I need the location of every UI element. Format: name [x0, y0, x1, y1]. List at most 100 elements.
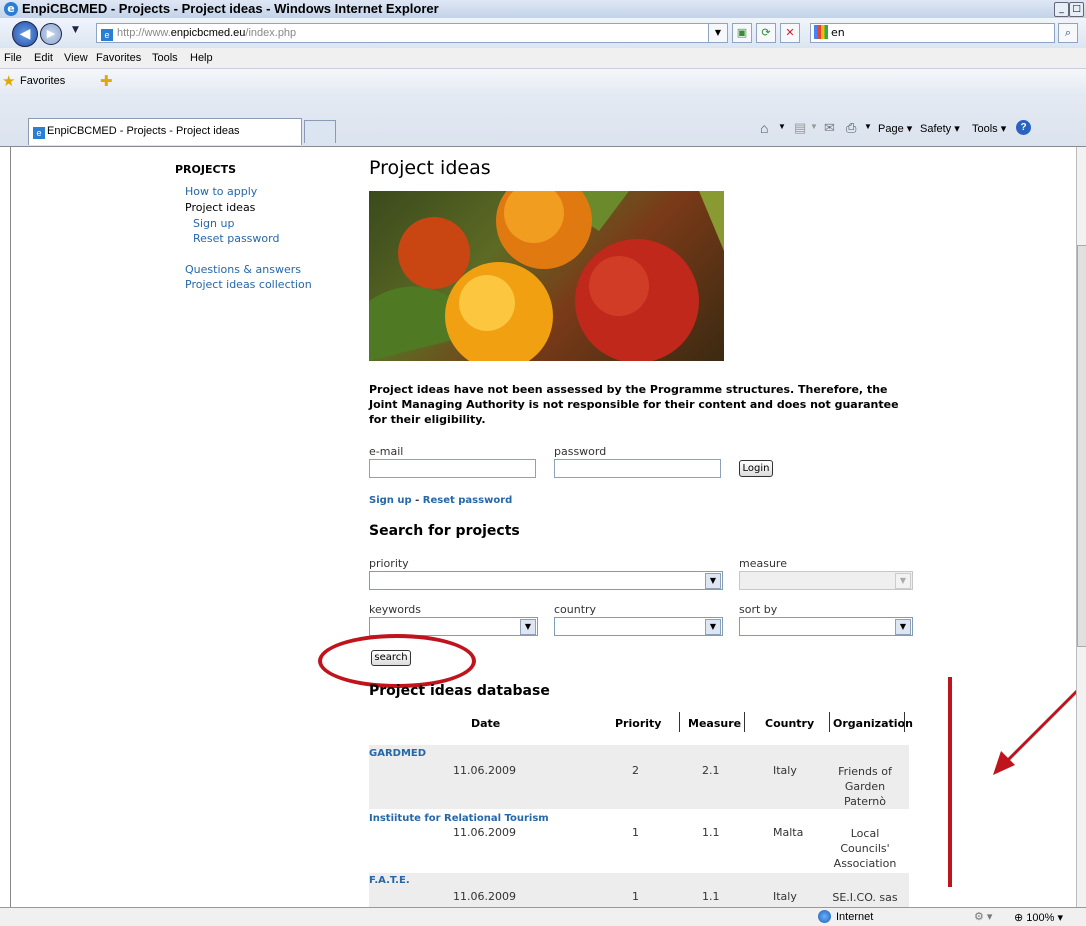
- row-date: 11.06.2009: [453, 826, 516, 839]
- row-country: Italy: [773, 890, 797, 903]
- chevron-down-icon: ▼: [895, 573, 911, 589]
- annotation-line: [948, 677, 952, 887]
- sort-by-label: sort by: [739, 603, 778, 616]
- disclaimer-text: Project ideas have not been assessed by …: [369, 383, 899, 426]
- sidebar-heading: PROJECTS: [175, 163, 236, 176]
- row-measure: 1.1: [702, 890, 720, 903]
- page-icon: e: [101, 29, 113, 41]
- database-heading: Project ideas database: [369, 683, 550, 699]
- add-favorite-icon[interactable]: ✚: [100, 72, 113, 90]
- keywords-label: keywords: [369, 603, 422, 616]
- feeds-icon[interactable]: ▤: [794, 120, 806, 136]
- row-priority: 2: [632, 764, 639, 777]
- address-dropdown-icon[interactable]: ▼: [708, 23, 728, 43]
- page-menu[interactable]: Page ▾: [878, 122, 912, 135]
- sidebar-item-how-to-apply[interactable]: How to apply: [185, 185, 257, 198]
- search-box[interactable]: en: [810, 23, 1055, 43]
- stop-icon[interactable]: ✕: [780, 23, 800, 43]
- row-date: 11.06.2009: [453, 890, 516, 903]
- globe-icon: [818, 910, 831, 923]
- home-dropdown-icon[interactable]: ▼: [778, 122, 786, 131]
- menu-favorites[interactable]: Favorites: [96, 52, 141, 64]
- login-links: Sign up - Reset password: [369, 495, 513, 506]
- ie-logo-icon: e: [4, 2, 18, 16]
- column-measure[interactable]: Measure: [688, 717, 741, 730]
- sign-up-link[interactable]: Sign up: [369, 495, 412, 506]
- sort-by-select[interactable]: ▼: [739, 617, 913, 636]
- back-icon[interactable]: ◀: [12, 21, 38, 47]
- tab-project-ideas[interactable]: e EnpiCBCMED - Projects - Project ideas: [28, 118, 302, 145]
- row-measure: 1.1: [702, 826, 720, 839]
- column-date[interactable]: Date: [471, 717, 500, 730]
- safety-menu[interactable]: Safety ▾: [920, 122, 960, 135]
- maximize-icon[interactable]: □: [1069, 2, 1084, 17]
- favorites-button[interactable]: Favorites: [20, 75, 65, 87]
- annotation-ellipse: [318, 634, 476, 688]
- row-organization: Friends of Garden Paternò: [838, 765, 892, 808]
- zoom-level[interactable]: ⊕ 100% ▾: [1014, 911, 1063, 924]
- menu-tools[interactable]: Tools: [152, 52, 178, 64]
- menu-view[interactable]: View: [64, 52, 88, 64]
- sidebar-item-project-ideas[interactable]: Project ideas: [185, 201, 255, 214]
- print-dropdown-icon[interactable]: ▼: [864, 122, 872, 131]
- priority-label: priority: [369, 557, 409, 570]
- row-measure: 2.1: [702, 764, 720, 777]
- forward-icon[interactable]: ▶: [40, 23, 62, 45]
- column-divider: [679, 712, 680, 732]
- print-icon[interactable]: ⎙: [846, 120, 856, 136]
- tab-page-icon: e: [33, 127, 45, 139]
- menu-file[interactable]: File: [4, 52, 22, 64]
- annotation-arrow: [993, 682, 1083, 775]
- password-field[interactable]: [554, 459, 721, 478]
- home-icon[interactable]: ⌂: [760, 120, 768, 136]
- reset-password-link[interactable]: Reset password: [423, 495, 513, 506]
- favorites-bar: ★ Favorites ✚: [0, 68, 1086, 95]
- table-row[interactable]: GARDMED 11.06.2009 2 2.1 Italy Friends o…: [369, 745, 909, 809]
- compatibility-icon[interactable]: ▣: [732, 23, 752, 43]
- column-country[interactable]: Country: [765, 717, 814, 730]
- search-heading: Search for projects: [369, 523, 520, 539]
- row-priority: 1: [632, 826, 639, 839]
- row-priority: 1: [632, 890, 639, 903]
- menu-edit[interactable]: Edit: [34, 52, 53, 64]
- country-select[interactable]: ▼: [554, 617, 723, 636]
- priority-select[interactable]: ▼: [369, 571, 723, 590]
- security-zone[interactable]: Internet: [836, 911, 873, 923]
- tools-menu[interactable]: Tools ▾: [972, 122, 1006, 135]
- sidebar-item-sign-up[interactable]: Sign up: [193, 217, 234, 230]
- refresh-icon[interactable]: ⟳: [756, 23, 776, 43]
- sidebar-item-project-ideas-collection[interactable]: Project ideas collection: [185, 278, 312, 291]
- table-row[interactable]: F.A.T.E. 11.06.2009 1 1.1 Italy SE.I.CO.…: [369, 873, 909, 907]
- protected-mode-icon[interactable]: ⚙ ▾: [974, 910, 992, 923]
- feeds-dropdown-icon[interactable]: ▼: [810, 122, 818, 131]
- minimize-icon[interactable]: _: [1054, 2, 1069, 17]
- project-link[interactable]: Instiitute for Relational Tourism: [369, 813, 549, 824]
- column-divider: [744, 712, 745, 732]
- help-icon[interactable]: ?: [1016, 120, 1031, 135]
- email-field[interactable]: [369, 459, 536, 478]
- sidebar-item-reset-password[interactable]: Reset password: [193, 232, 279, 245]
- row-country: Malta: [773, 826, 804, 839]
- scrollbar-thumb[interactable]: [1077, 245, 1086, 647]
- window-title-bar: e EnpiCBCMED - Projects - Project ideas …: [0, 0, 1086, 19]
- search-icon[interactable]: ⌕: [1058, 23, 1078, 43]
- table-row[interactable]: Instiitute for Relational Tourism 11.06.…: [369, 809, 909, 873]
- window-title: EnpiCBCMED - Projects - Project ideas - …: [22, 1, 439, 16]
- menu-bar: File Edit View Favorites Tools Help: [0, 48, 1086, 68]
- login-button[interactable]: Login: [739, 460, 773, 477]
- favorites-star-icon[interactable]: ★: [2, 72, 15, 90]
- recent-pages-icon[interactable]: ▼: [72, 25, 79, 35]
- mail-icon[interactable]: ✉: [824, 120, 835, 136]
- sidebar-item-questions-answers[interactable]: Questions & answers: [185, 263, 301, 276]
- measure-label: measure: [739, 557, 787, 570]
- measure-select: ▼: [739, 571, 913, 590]
- menu-help[interactable]: Help: [190, 52, 213, 64]
- column-priority[interactable]: Priority: [615, 717, 661, 730]
- email-label: e-mail: [369, 445, 404, 458]
- banner-image: [369, 191, 724, 361]
- address-field[interactable]: e http://www.enpicbcmed.eu/index.php: [96, 23, 728, 43]
- project-link[interactable]: GARDMED: [369, 748, 426, 759]
- new-tab-button[interactable]: [304, 120, 336, 143]
- project-link[interactable]: F.A.T.E.: [369, 875, 410, 886]
- column-organization[interactable]: Organization: [833, 717, 913, 730]
